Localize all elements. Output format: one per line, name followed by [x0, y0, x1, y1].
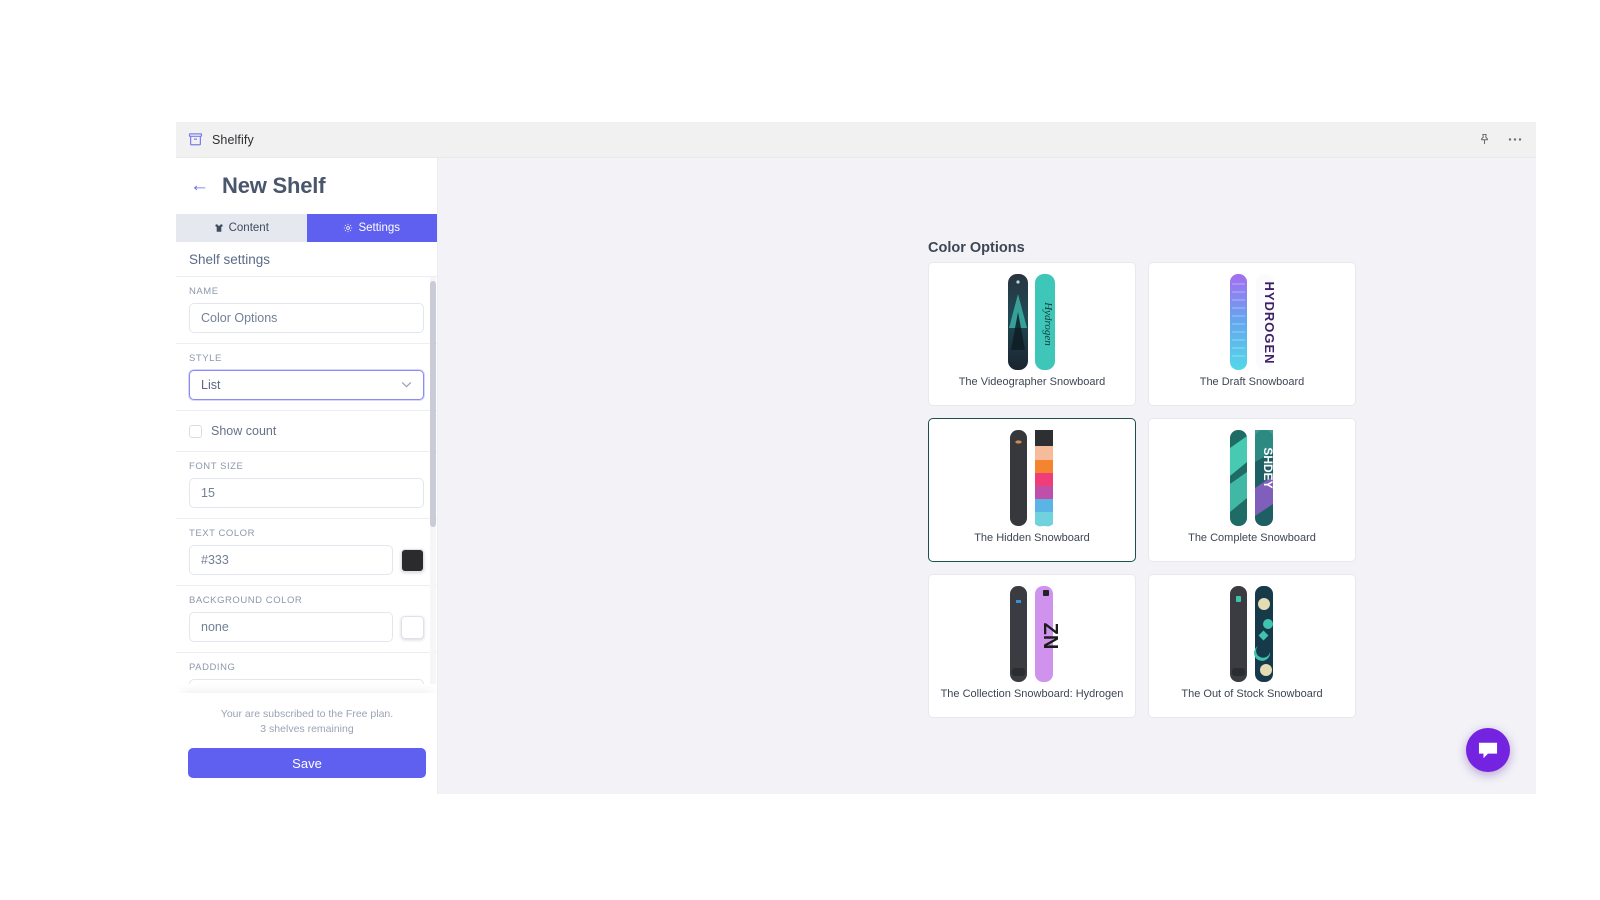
field-show-count[interactable]: Show count — [176, 411, 437, 452]
snowboard-image — [1224, 584, 1280, 684]
sidebar-tabs: Content Settings — [176, 214, 437, 242]
shelf-settings-heading: Shelf settings — [189, 252, 271, 267]
product-title: The Videographer Snowboard — [958, 376, 1106, 388]
settings-scroll-area: NAME Color Options STYLE List Show count… — [176, 276, 437, 684]
field-text-color-label: TEXT COLOR — [189, 528, 256, 539]
background-color-row: none — [189, 612, 424, 642]
page-title: New Shelf — [222, 173, 326, 198]
tab-content-label: Content — [228, 222, 269, 234]
field-font-size-label: FONT SIZE — [189, 461, 244, 472]
product-title: The Out of Stock Snowboard — [1181, 688, 1323, 700]
style-select[interactable]: List — [189, 370, 424, 400]
field-name-label: NAME — [189, 286, 219, 297]
shelf-heading: Color Options — [928, 240, 1025, 256]
product-card[interactable]: SHDEY The Complete Snowboard — [1148, 418, 1356, 562]
field-background-color-label: BACKGROUND COLOR — [189, 595, 303, 606]
field-padding-label: PADDING — [189, 662, 236, 673]
snowboard-image — [1004, 428, 1060, 528]
snowboard-image: ZN — [1004, 584, 1060, 684]
plan-status-line-2: 3 shelves remaining — [260, 722, 354, 735]
field-padding: PADDING 10px 15px 10px 15px — [176, 653, 437, 684]
field-style: STYLE List — [176, 344, 437, 411]
snowboard-image: Hydrogen — [1004, 272, 1060, 372]
field-name: NAME Color Options — [176, 277, 437, 344]
svg-text:SHDEY: SHDEY — [1261, 447, 1275, 488]
sidebar-scrollbar-thumb[interactable] — [430, 281, 436, 527]
brand: Shelfify — [188, 132, 254, 147]
save-button[interactable]: Save — [188, 748, 426, 778]
sidebar-footer: Your are subscribed to the Free plan. 3 … — [176, 692, 437, 794]
shelf-preview-panel: Color Options Hydrogen The Videographer … — [438, 158, 1536, 794]
settings-sidebar: ← New Shelf Content Settings Shelf setti… — [176, 158, 438, 794]
product-card[interactable]: ZN The Collection Snowboard: Hydrogen — [928, 574, 1136, 718]
product-card[interactable]: Hydrogen The Videographer Snowboard — [928, 262, 1136, 406]
gear-icon — [343, 223, 353, 233]
sidebar-header: ← New Shelf — [176, 158, 437, 214]
product-title: The Collection Snowboard: Hydrogen — [940, 688, 1124, 700]
product-card[interactable]: HYDROGEN The Draft Snowboard — [1148, 262, 1356, 406]
product-title: The Draft Snowboard — [1199, 376, 1305, 388]
product-title: The Hidden Snowboard — [974, 532, 1090, 544]
snowboard-image: SHDEY — [1224, 428, 1280, 528]
field-font-size: FONT SIZE 15 — [176, 452, 437, 519]
app-topbar: Shelfify — [176, 122, 1536, 158]
background-color-swatch[interactable] — [401, 615, 424, 639]
product-card[interactable]: The Hidden Snowboard — [928, 418, 1136, 562]
tab-settings[interactable]: Settings — [306, 214, 437, 242]
tab-content[interactable]: Content — [176, 214, 307, 242]
tshirt-icon — [214, 223, 224, 233]
arrow-left-icon[interactable]: ← — [190, 176, 209, 195]
background-color-input[interactable]: none — [189, 612, 393, 642]
app-window: Shelfify ← New Shelf Content Settings Sh… — [176, 122, 1536, 794]
font-size-input[interactable]: 15 — [189, 478, 424, 508]
brand-name: Shelfify — [212, 132, 254, 147]
product-title: The Complete Snowboard — [1188, 532, 1316, 544]
field-background-color: BACKGROUND COLOR none — [176, 586, 437, 653]
shelf-box-icon — [188, 132, 203, 147]
snowboard-image: HYDROGEN — [1224, 272, 1280, 372]
svg-text:ZN: ZN — [1039, 623, 1060, 650]
field-text-color: TEXT COLOR #333 — [176, 519, 437, 586]
text-color-row: #333 — [189, 545, 424, 575]
style-select-value: List — [201, 378, 221, 392]
text-color-input[interactable]: #333 — [189, 545, 393, 575]
tab-settings-label: Settings — [358, 222, 401, 234]
field-style-label: STYLE — [189, 353, 222, 364]
plan-status-line-1: Your are subscribed to the Free plan. — [220, 707, 394, 720]
show-count-checkbox[interactable] — [189, 424, 202, 438]
name-input[interactable]: Color Options — [189, 303, 424, 333]
padding-input[interactable]: 10px 15px 10px 15px — [189, 679, 424, 684]
topbar-actions — [1478, 133, 1522, 146]
chevron-down-icon — [401, 380, 412, 391]
svg-text:HYDROGEN: HYDROGEN — [1262, 281, 1277, 364]
chat-bubble-icon[interactable] — [1466, 728, 1510, 772]
svg-text:Hydrogen: Hydrogen — [1042, 301, 1054, 346]
ellipsis-icon[interactable] — [1508, 137, 1522, 142]
product-grid: Hydrogen The Videographer Snowboard HYDR… — [928, 262, 1356, 718]
show-count-label: Show count — [211, 424, 277, 438]
pin-icon[interactable] — [1478, 133, 1491, 146]
product-card[interactable]: The Out of Stock Snowboard — [1148, 574, 1356, 718]
text-color-swatch[interactable] — [401, 548, 424, 572]
